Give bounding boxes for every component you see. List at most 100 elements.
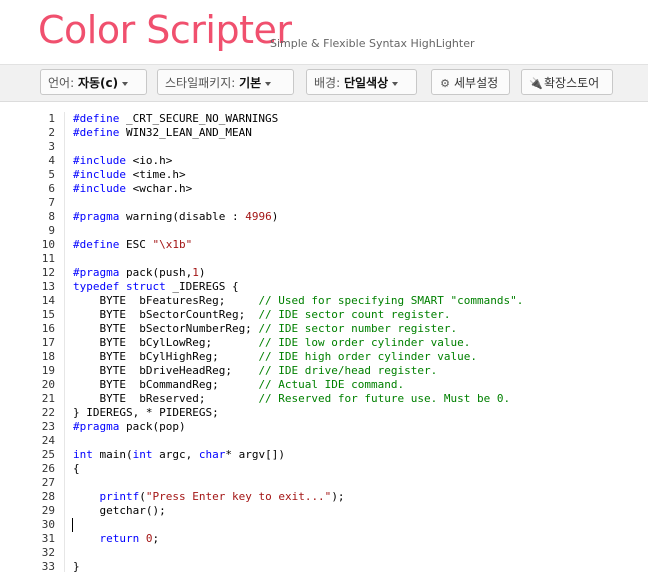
token: // Reserved for future use. Must be 0. (258, 392, 511, 405)
token: #pragma (73, 210, 120, 223)
line-number: 18 (41, 350, 55, 363)
token: // IDE high order cylinder value. (258, 350, 477, 363)
token: <io.h> (125, 154, 173, 167)
token: } (73, 560, 80, 573)
style-package-dropdown[interactable]: 스타일패키지: 기본 (157, 69, 294, 95)
line-number: 25 (41, 448, 55, 461)
site-logo[interactable]: Color Scripter (38, 8, 292, 52)
line-number: 20 (41, 378, 55, 391)
token: WIN32_LEAN_AND_MEAN (119, 126, 252, 139)
line-number: 8 (48, 210, 55, 223)
line-number: 3 (48, 140, 55, 153)
token: ) (271, 210, 279, 223)
token: BYTE bCylLowReg; (73, 336, 259, 349)
token: ); (331, 490, 345, 503)
token: typedef (73, 280, 120, 293)
token: #define (73, 112, 120, 125)
token: struct (119, 280, 166, 293)
line-number: 17 (41, 336, 55, 349)
code-view[interactable]: 1 #define _CRT_SECURE_NO_WARNINGS 2 #defin… (0, 112, 648, 584)
token: _CRT_SECURE_NO_WARNINGS (119, 112, 279, 125)
plug-icon: 🔌 (529, 77, 543, 90)
token: BYTE bSectorCountReg; (73, 308, 259, 321)
line-number: 31 (41, 532, 55, 545)
token: // Used for specifying SMART "commands". (258, 294, 524, 307)
line-number: 23 (41, 420, 55, 433)
token: "Press Enter key to exit..." (145, 490, 332, 503)
token: ; (152, 532, 160, 545)
token: BYTE bReserved; (73, 392, 259, 405)
token: #pragma (73, 420, 120, 433)
token: #pragma (73, 266, 120, 279)
token: "\x1b" (152, 238, 193, 251)
token: BYTE bFeaturesReg; (73, 294, 259, 307)
token: main( (92, 448, 133, 461)
token: pack(pop) (119, 420, 186, 433)
style-package-value: 기본 (239, 76, 262, 90)
line-number: 11 (41, 252, 55, 265)
line-number: 12 (41, 266, 55, 279)
token: int (73, 448, 93, 461)
token: BYTE bSectorNumberReg; (73, 322, 259, 335)
token: } IDEREGS, * PIDEREGS; (73, 406, 219, 419)
token: int (132, 448, 153, 461)
line-number: 28 (41, 490, 55, 503)
line-number: 15 (41, 308, 55, 321)
extension-store-button[interactable]: 🔌확장스토어 (521, 69, 613, 95)
token: ) (198, 266, 206, 279)
line-number: 10 (41, 238, 55, 251)
token: warning(disable : (119, 210, 246, 223)
line-number: 32 (41, 546, 55, 559)
line-number: 2 (48, 126, 55, 139)
header: Color Scripter Simple & Flexible Syntax … (0, 0, 648, 64)
token: <time.h> (125, 168, 186, 181)
line-number: 14 (41, 294, 55, 307)
line-number: 16 (41, 322, 55, 335)
token: #include (73, 168, 126, 181)
extension-store-label: 확장스토어 (544, 76, 600, 90)
token: 0 (145, 532, 153, 545)
text-cursor (72, 518, 73, 532)
token: <wchar.h> (125, 182, 193, 195)
line-number: 5 (48, 168, 55, 181)
token: pack(push, (119, 266, 193, 279)
token: #define (73, 238, 120, 251)
background-value: 단일색상 (343, 76, 389, 90)
token: // IDE sector number register. (258, 322, 458, 335)
line-number: 29 (41, 504, 55, 517)
toolbar: 언어: 자동(c) 스타일패키지: 기본 배경: 단일색상 ⚙ 세부설정 🔌확장스… (0, 64, 648, 102)
token: // IDE sector count register. (258, 308, 451, 321)
token: #include (73, 182, 126, 195)
line-number: 19 (41, 364, 55, 377)
token: // IDE drive/head register. (258, 364, 438, 377)
token: ( (139, 490, 146, 503)
line-number: 13 (41, 280, 55, 293)
token: 4996 (245, 210, 272, 223)
token: getchar(); (73, 504, 166, 517)
line-number: 26 (41, 462, 55, 475)
token: // Actual IDE command. (258, 378, 405, 391)
line-number: 33 (41, 560, 55, 573)
background-label: 배경: (314, 76, 341, 90)
language-dropdown[interactable]: 언어: 자동(c) (40, 69, 147, 95)
background-dropdown[interactable]: 배경: 단일색상 (306, 69, 417, 95)
chevron-down-icon (392, 81, 399, 86)
token: return (99, 532, 140, 545)
line-number: 22 (41, 406, 55, 419)
line-number: 21 (41, 392, 55, 405)
token: BYTE bCommandReg; (73, 378, 259, 391)
chevron-down-icon (122, 81, 129, 86)
token: // IDE low order cylinder value. (258, 336, 471, 349)
chevron-down-icon (265, 81, 272, 86)
token: { (73, 462, 80, 475)
detail-settings-button[interactable]: ⚙ 세부설정 (431, 69, 510, 95)
language-value: 자동(c) (77, 76, 119, 90)
line-number: 1 (48, 112, 55, 125)
gear-icon: ⚙ (440, 77, 450, 90)
style-package-label: 스타일패키지: (165, 76, 236, 90)
token: 1 (192, 266, 199, 279)
line-number: 27 (41, 476, 55, 489)
